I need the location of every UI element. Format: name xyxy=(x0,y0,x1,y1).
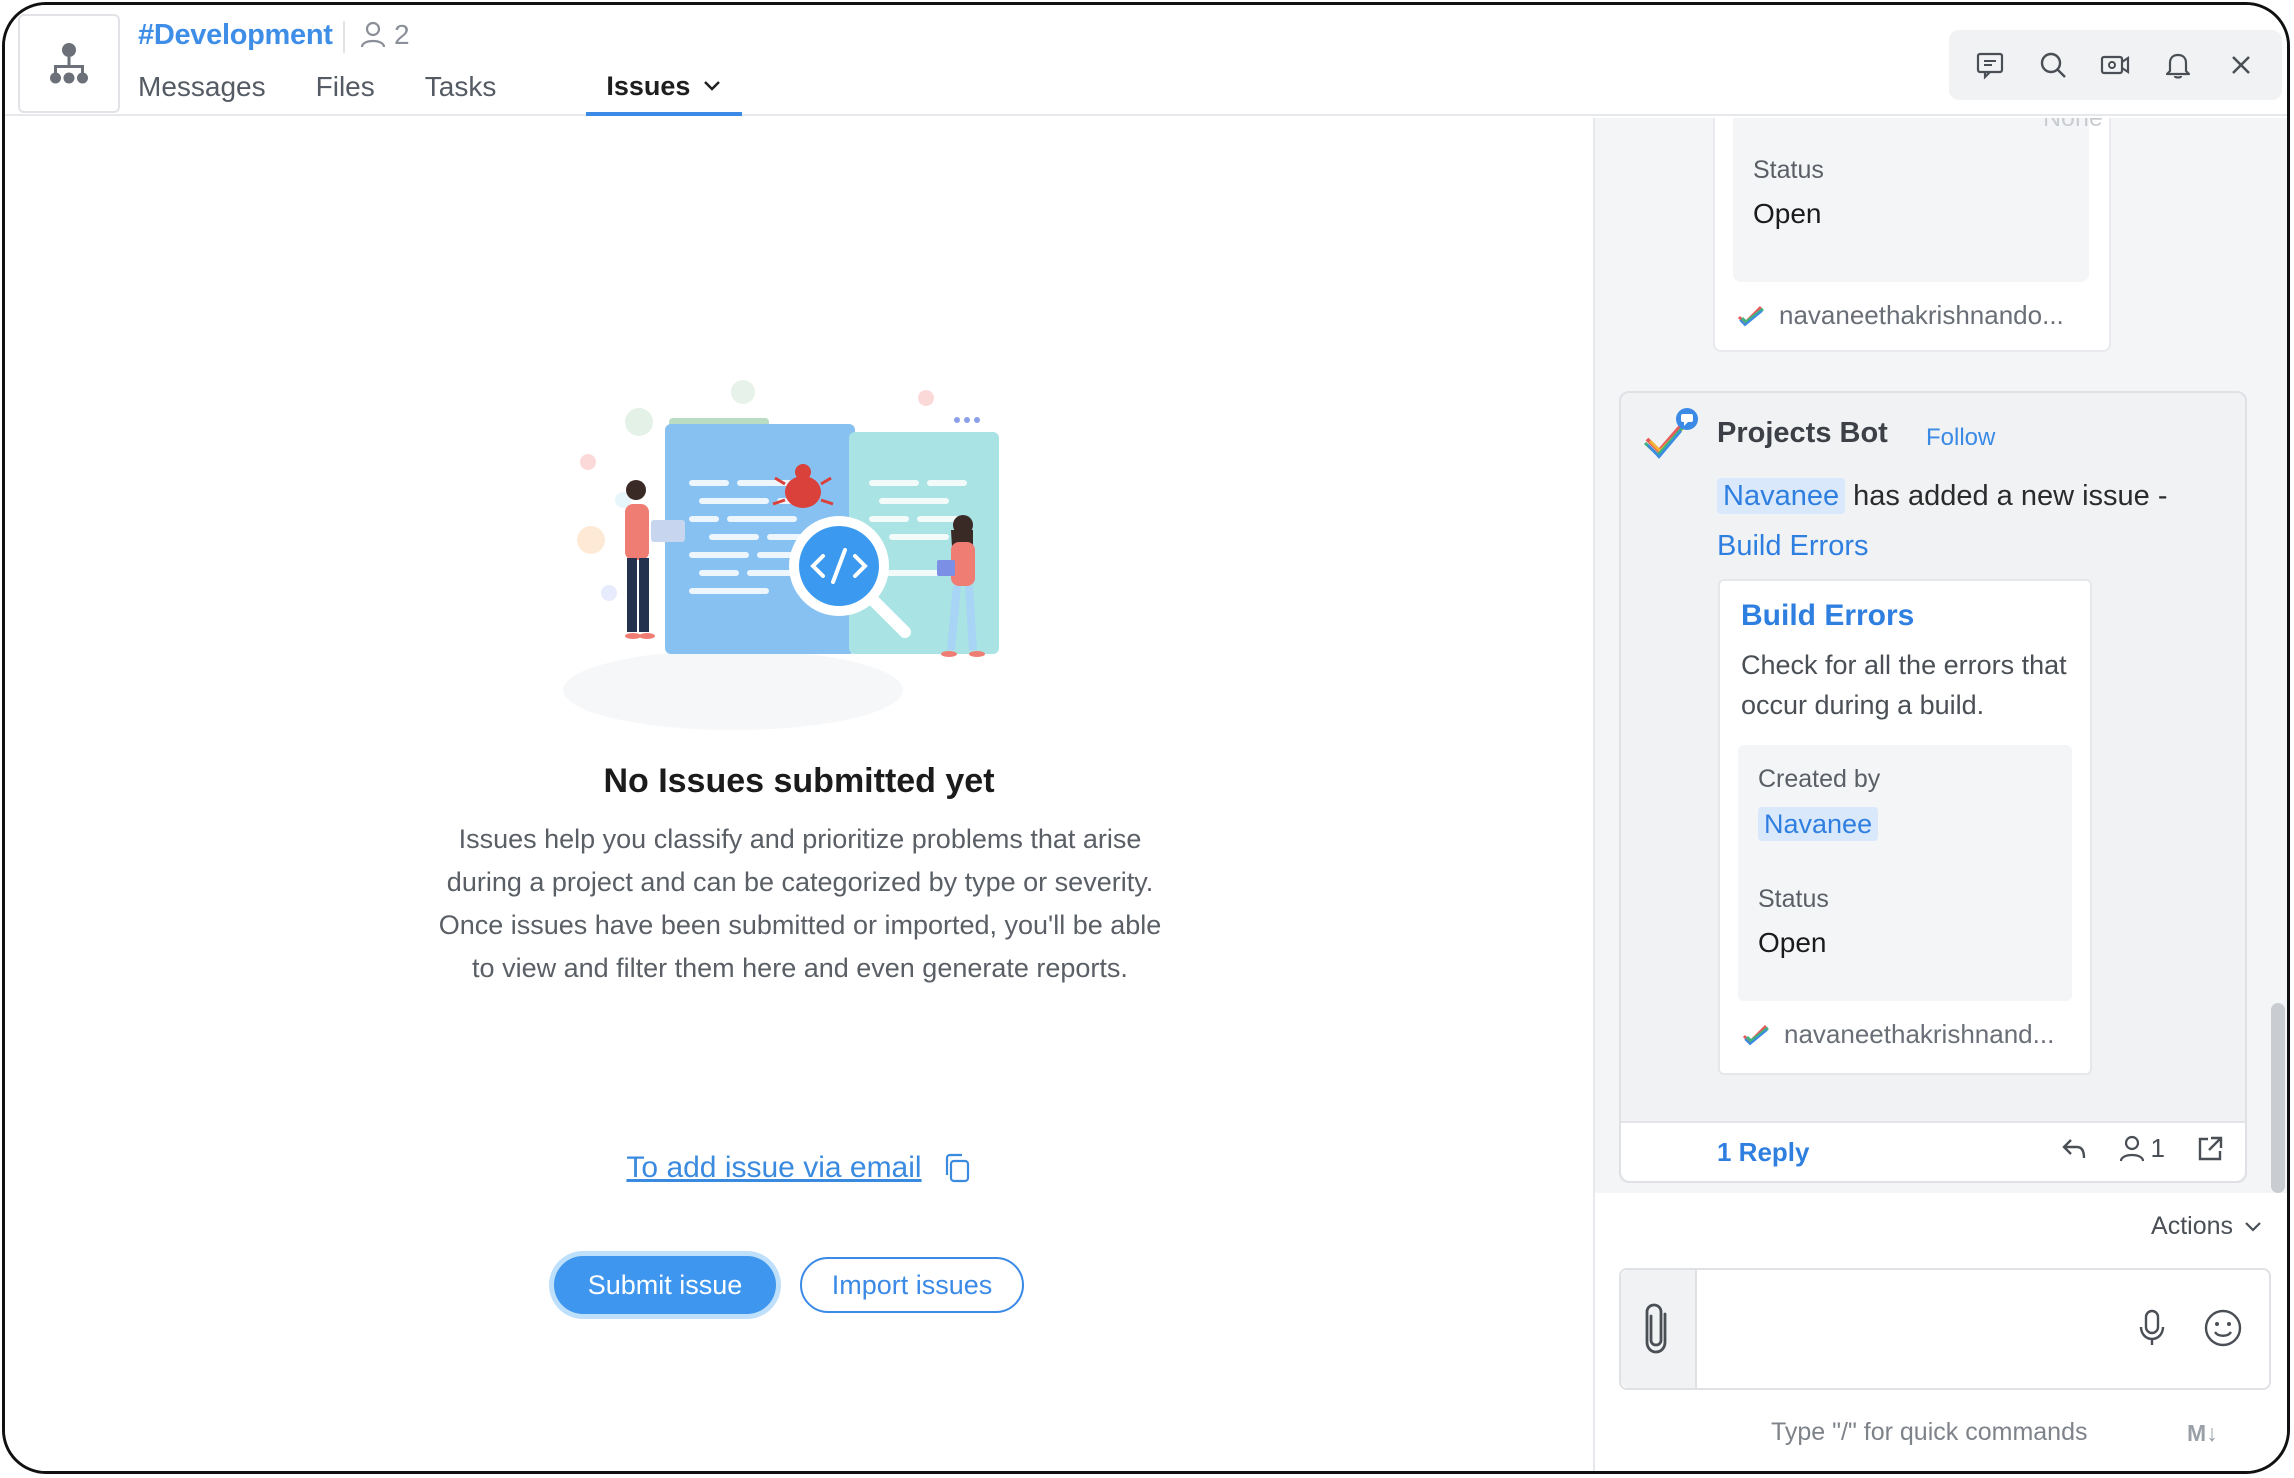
participants-value: 1 xyxy=(2150,1133,2165,1163)
app-window: #Development 2 Messages Files Tasks Issu… xyxy=(2,2,2290,1474)
projects-check-icon xyxy=(1737,305,1764,326)
import-issues-button[interactable]: Import issues xyxy=(800,1257,1024,1313)
email-link-row: To add issue via email xyxy=(5,1151,1593,1185)
message-text: Navanee has added a new issue - Build Er… xyxy=(1717,471,2217,571)
previous-status-label: Status xyxy=(1753,156,1824,184)
tab-tasks[interactable]: Tasks xyxy=(425,67,497,116)
chat-button[interactable] xyxy=(1968,43,2012,87)
header-divider xyxy=(343,21,345,53)
issue-author-name[interactable]: navaneethakrishnand... xyxy=(1784,1019,2054,1050)
search-icon xyxy=(2040,52,2066,78)
notifications-button[interactable] xyxy=(2156,43,2200,87)
message-composer xyxy=(1619,1268,2271,1390)
empty-state-actions: Submit issue Import issues xyxy=(554,1256,1024,1314)
thread-scrollbar[interactable] xyxy=(2271,1003,2285,1193)
person-icon xyxy=(2119,1135,2144,1161)
message-input[interactable] xyxy=(1711,1310,2091,1350)
issue-title[interactable]: Build Errors xyxy=(1741,599,1914,633)
chevron-down-icon xyxy=(704,81,721,91)
emoji-icon[interactable] xyxy=(2203,1308,2243,1348)
tab-issues-label: Issues xyxy=(606,71,691,101)
message-footer: 1 Reply 1 xyxy=(1621,1121,2245,1181)
empty-state-title: No Issues submitted yet xyxy=(603,762,995,800)
created-by-value: Navanee xyxy=(1758,807,1879,841)
issue-card[interactable]: Build Errors Check for all the errors th… xyxy=(1718,579,2092,1075)
video-call-button[interactable] xyxy=(2093,43,2137,87)
bell-icon xyxy=(2165,53,2191,79)
issue-details: Created by Navanee Status Open xyxy=(1738,745,2072,1001)
chevron-down-icon xyxy=(2245,1221,2261,1232)
previous-issue-card: None Status Open navaneethakrishnando... xyxy=(1713,118,2111,352)
reply-icon[interactable] xyxy=(2059,1134,2089,1164)
quick-commands-hint: Type "/" for quick commands xyxy=(1771,1418,2088,1446)
member-count-value: 2 xyxy=(394,19,410,50)
markdown-badge[interactable]: M↓ xyxy=(2187,1420,2218,1447)
chat-icon xyxy=(1977,52,2004,80)
status-label: Status xyxy=(1758,885,1829,913)
search-button[interactable] xyxy=(2031,43,2075,87)
add-issue-via-email-link[interactable]: To add issue via email xyxy=(626,1151,921,1185)
submit-issue-button[interactable]: Submit issue xyxy=(554,1256,776,1314)
video-icon xyxy=(2101,55,2130,75)
channel-name[interactable]: #Development xyxy=(138,19,333,52)
message-body: has added a new issue - xyxy=(1853,480,2168,512)
person-icon xyxy=(360,21,386,48)
participants-count[interactable]: 1 xyxy=(2119,1133,2165,1164)
tab-files[interactable]: Files xyxy=(316,67,375,116)
tab-messages[interactable]: Messages xyxy=(138,67,266,116)
projects-bot-avatar[interactable] xyxy=(1641,405,1701,465)
projects-check-icon xyxy=(1742,1024,1769,1045)
channel-header: #Development 2 Messages Files Tasks Issu… xyxy=(5,5,2287,116)
status-value: Open xyxy=(1758,927,1827,958)
sender-name[interactable]: Projects Bot xyxy=(1717,417,1888,450)
previous-faded-value: None xyxy=(2043,118,2103,132)
copy-icon[interactable] xyxy=(942,1152,972,1184)
channel-tabs: Messages Files Tasks Issues xyxy=(138,67,792,116)
thread-panel: None Status Open navaneethakrishnando... xyxy=(1593,118,2287,1471)
empty-state-description: Issues help you classify and prioritize … xyxy=(438,824,1162,983)
user-mention[interactable]: Navanee xyxy=(1717,478,1846,514)
channel-avatar[interactable] xyxy=(18,14,120,113)
open-external-icon[interactable] xyxy=(2195,1134,2225,1164)
close-icon xyxy=(2231,56,2250,74)
created-by-label: Created by xyxy=(1758,765,1881,793)
previous-author: navaneethakrishnando... xyxy=(1737,300,2064,331)
previous-issue-details: None Status Open xyxy=(1733,118,2103,282)
member-count[interactable]: 2 xyxy=(360,19,410,51)
tab-issues[interactable]: Issues xyxy=(586,67,743,116)
bot-message: Projects Bot Follow Navanee has added a … xyxy=(1619,391,2247,1183)
issue-link[interactable]: Build Errors xyxy=(1717,530,1869,562)
paperclip-icon xyxy=(1645,1303,1667,1354)
issue-author: navaneethakrishnand... xyxy=(1742,1019,2054,1050)
org-chart-icon xyxy=(50,42,88,83)
previous-status-value: Open xyxy=(1753,198,1822,229)
actions-dropdown[interactable]: Actions xyxy=(2151,1212,2263,1241)
attach-button[interactable] xyxy=(1621,1270,1697,1388)
issue-description: Check for all the errors that occur duri… xyxy=(1741,650,2067,720)
message-actions: 1 xyxy=(2059,1133,2225,1164)
header-toolbar xyxy=(1949,30,2282,100)
previous-author-name[interactable]: navaneethakrishnando... xyxy=(1779,300,2064,331)
follow-button[interactable]: Follow xyxy=(1926,424,1995,452)
replies-link[interactable]: 1 Reply xyxy=(1717,1137,1810,1168)
close-button[interactable] xyxy=(2219,43,2263,87)
creator-mention[interactable]: Navanee xyxy=(1758,807,1879,841)
microphone-icon[interactable] xyxy=(2135,1308,2169,1348)
issues-pane: No Issues submitted yet Issues help you … xyxy=(5,118,1593,1471)
actions-label: Actions xyxy=(2151,1212,2233,1240)
